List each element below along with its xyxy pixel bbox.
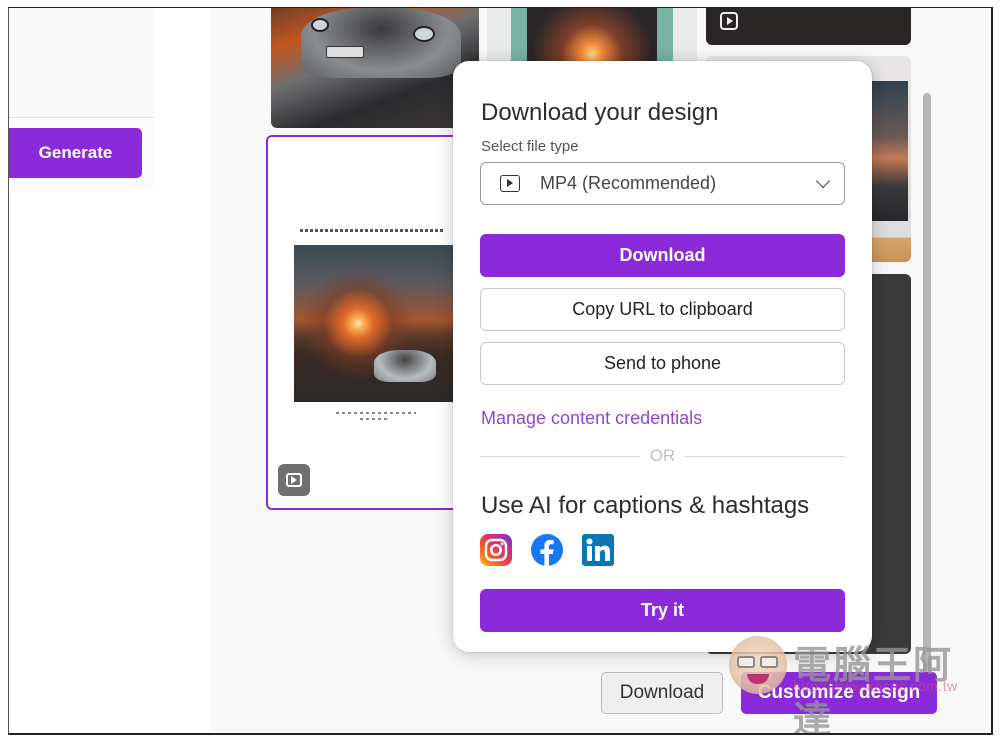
copy-url-button[interactable]: Copy URL to clipboard (480, 288, 845, 331)
file-type-select[interactable]: MP4 (Recommended) (480, 162, 845, 205)
subcaption-text (360, 418, 390, 420)
app-window: Generate Download your design Select fil… (8, 7, 993, 735)
sunset-car-image (294, 245, 454, 402)
results-scrollbar[interactable] (923, 93, 931, 683)
selected-result-thumbnail[interactable] (266, 135, 466, 510)
caption-text (300, 229, 445, 232)
try-ai-captions-button[interactable]: Try it (480, 589, 845, 632)
result-thumbnail-video[interactable] (706, 8, 911, 45)
download-dialog: Download your design Select file type MP… (453, 61, 872, 652)
generate-button[interactable]: Generate (9, 128, 142, 178)
video-play-icon (720, 12, 738, 30)
dialog-title: Download your design (481, 99, 719, 126)
linkedin-icon[interactable] (582, 534, 614, 566)
file-type-value: MP4 (Recommended) (540, 173, 717, 193)
result-thumbnail-arch[interactable] (487, 8, 697, 68)
video-play-icon (500, 175, 520, 192)
video-play-icon (286, 473, 302, 487)
subcaption-text (336, 412, 416, 414)
instagram-icon[interactable] (480, 534, 512, 566)
footer-download-button[interactable]: Download (601, 672, 723, 714)
or-divider: OR (480, 445, 845, 467)
manage-credentials-link[interactable]: Manage content credentials (481, 408, 702, 429)
customize-design-button[interactable]: Customize design (741, 672, 937, 714)
social-icons (480, 534, 614, 566)
ai-captions-title: Use AI for captions & hashtags (481, 492, 810, 519)
or-text: OR (649, 446, 676, 465)
headlight (413, 26, 435, 42)
chevron-down-icon (815, 173, 831, 189)
prompt-panel (9, 8, 155, 118)
sunset-image (527, 8, 657, 68)
car-image (374, 350, 436, 382)
facebook-icon[interactable] (531, 534, 563, 566)
headlight (311, 18, 329, 32)
divider-line (480, 455, 640, 457)
license-plate (326, 46, 364, 58)
file-type-label: Select file type (481, 138, 579, 155)
divider-line (685, 455, 845, 457)
send-to-phone-button[interactable]: Send to phone (480, 342, 845, 385)
video-badge (278, 464, 310, 496)
result-thumbnail-car[interactable] (271, 8, 479, 128)
download-button[interactable]: Download (480, 234, 845, 277)
